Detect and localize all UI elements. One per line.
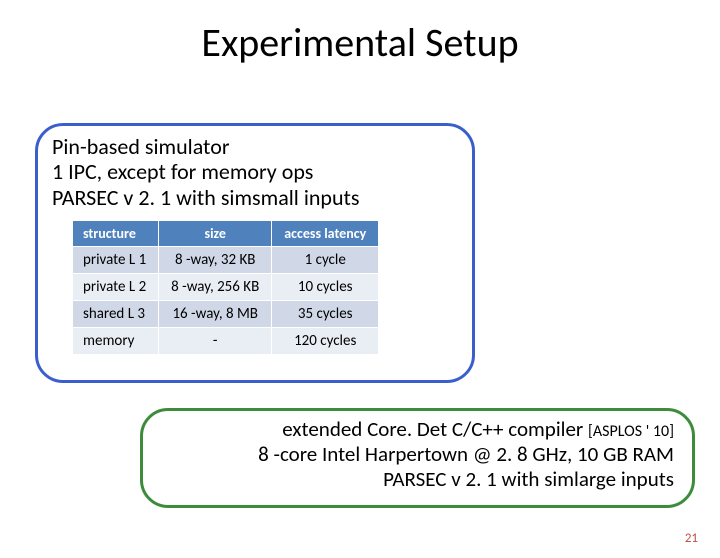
cell-latency: 120 cycles bbox=[272, 328, 379, 355]
bench-line: PARSEC v 2. 1 with simlarge inputs bbox=[258, 467, 674, 492]
page-number: 21 bbox=[685, 531, 698, 546]
cell-latency: 1 cycle bbox=[272, 247, 379, 274]
sim-line-1: Pin-based simulator bbox=[52, 134, 360, 159]
sim-line-3: PARSEC v 2. 1 with simsmall inputs bbox=[52, 185, 360, 210]
hw-line: 8 -core Intel Harpertown @ 2. 8 GHz, 10 … bbox=[258, 442, 674, 467]
col-size: size bbox=[159, 221, 272, 247]
simulator-desc: Pin-based simulator 1 IPC, except for me… bbox=[52, 134, 360, 210]
table-row: private L 1 8 -way, 32 KB 1 cycle bbox=[73, 247, 379, 274]
cell-size: 8 -way, 256 KB bbox=[159, 274, 272, 301]
compiler-line: extended Core. Det C/C++ compiler [ASPLO… bbox=[258, 417, 674, 442]
cell-latency: 10 cycles bbox=[272, 274, 379, 301]
table-header-row: structure size access latency bbox=[73, 221, 379, 247]
cell-structure: shared L 3 bbox=[73, 301, 159, 328]
table-row: private L 2 8 -way, 256 KB 10 cycles bbox=[73, 274, 379, 301]
cell-structure: private L 1 bbox=[73, 247, 159, 274]
compiler-text: extended Core. Det C/C++ compiler bbox=[282, 416, 588, 442]
cell-size: 8 -way, 32 KB bbox=[159, 247, 272, 274]
slide-title: Experimental Setup bbox=[0, 18, 720, 67]
simulator-setup-box: Pin-based simulator 1 IPC, except for me… bbox=[35, 123, 475, 383]
hardware-setup-box: extended Core. Det C/C++ compiler [ASPLO… bbox=[140, 408, 695, 508]
cell-structure: memory bbox=[73, 328, 159, 355]
cell-size: 16 -way, 8 MB bbox=[159, 301, 272, 328]
cell-latency: 35 cycles bbox=[272, 301, 379, 328]
sim-line-2: 1 IPC, except for memory ops bbox=[52, 159, 360, 184]
compiler-ref: [ASPLOS ' 10] bbox=[588, 422, 674, 441]
cell-size: - bbox=[159, 328, 272, 355]
hardware-desc: extended Core. Det C/C++ compiler [ASPLO… bbox=[258, 417, 674, 493]
table-row: memory - 120 cycles bbox=[73, 328, 379, 355]
cell-structure: private L 2 bbox=[73, 274, 159, 301]
table-row: shared L 3 16 -way, 8 MB 35 cycles bbox=[73, 301, 379, 328]
col-latency: access latency bbox=[272, 221, 379, 247]
col-structure: structure bbox=[73, 221, 159, 247]
cache-hierarchy-table: structure size access latency private L … bbox=[72, 220, 379, 355]
